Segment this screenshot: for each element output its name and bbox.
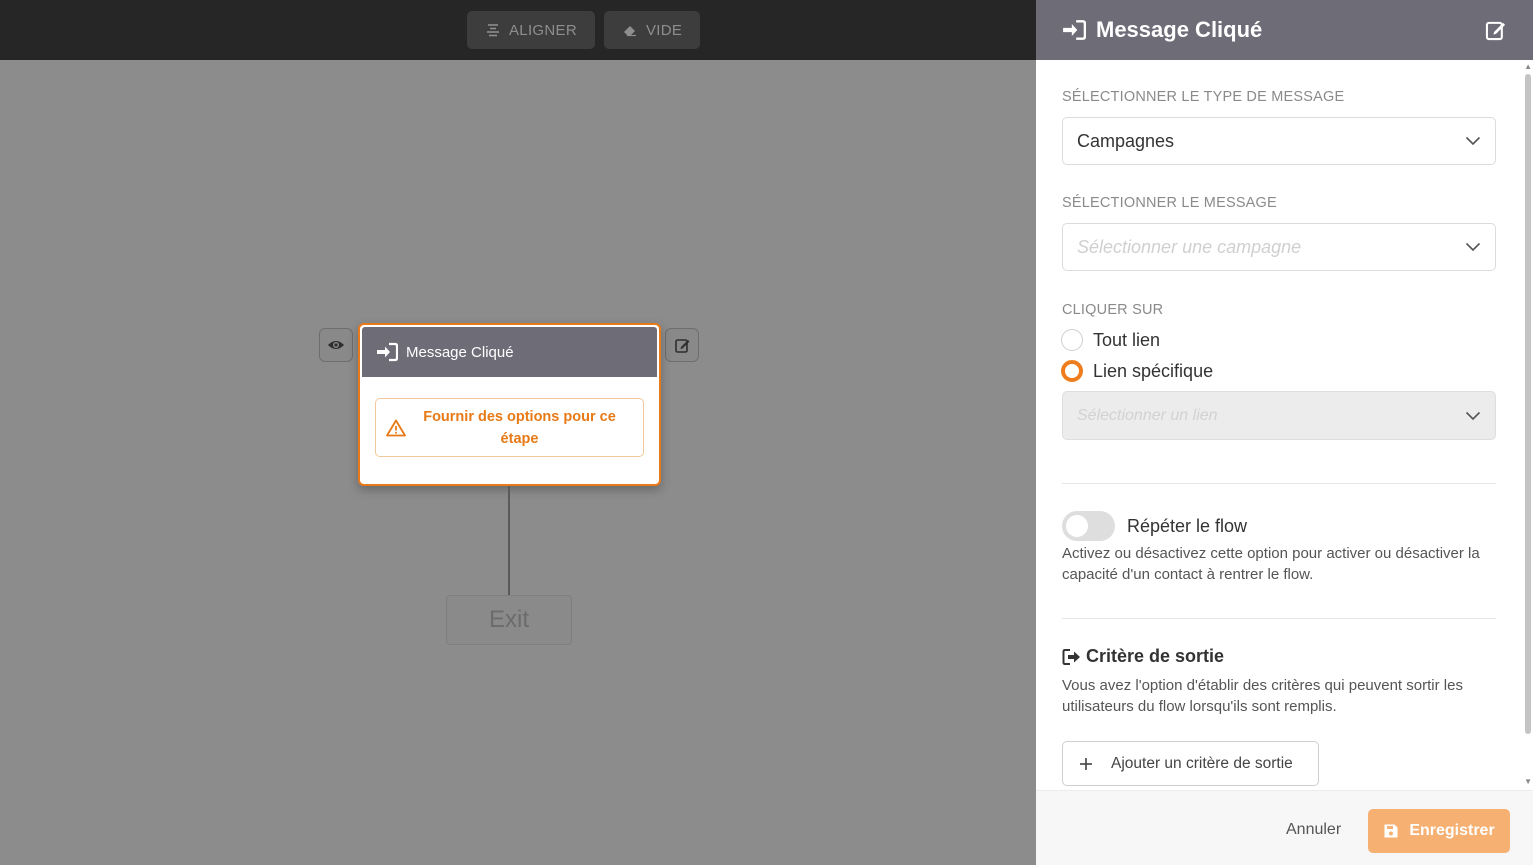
- sign-out-icon: [1062, 648, 1080, 665]
- node-header: Message Cliqué: [362, 327, 657, 377]
- radio-button[interactable]: [1061, 329, 1083, 351]
- panel-footer: Annuler Enregistrer: [1036, 790, 1533, 865]
- message-label: SÉLECTIONNER LE MESSAGE: [1062, 195, 1277, 211]
- radio-label: Lien spécifique: [1093, 360, 1214, 381]
- plus-icon: [1080, 757, 1092, 770]
- edit-icon: [674, 338, 689, 353]
- panel-header: Message Cliqué: [1036, 0, 1533, 60]
- add-exit-criteria-button[interactable]: Ajouter un critère de sortie: [1062, 741, 1319, 786]
- sign-in-icon: [377, 342, 398, 362]
- repeat-flow-toggle[interactable]: [1062, 511, 1115, 541]
- clear-button[interactable]: VIDE: [604, 11, 701, 49]
- edit-icon[interactable]: [1485, 19, 1507, 41]
- radio-any-link[interactable]: Tout lien: [1061, 329, 1160, 351]
- flow-node-message-clicked[interactable]: Message Cliqué Fournir des options pour …: [358, 323, 661, 486]
- chevron-down-icon: [1465, 242, 1481, 252]
- save-button[interactable]: Enregistrer: [1368, 809, 1510, 853]
- node-title: Message Cliqué: [406, 343, 514, 361]
- add-exit-criteria-label: Ajouter un critère de sortie: [1111, 754, 1293, 772]
- top-toolbar: ALIGNER VIDE: [0, 0, 1036, 60]
- eraser-icon: [624, 26, 636, 37]
- divider: [1062, 618, 1496, 619]
- exit-criteria-help: Vous avez l'option d'établir des critère…: [1062, 677, 1463, 715]
- eye-icon: [328, 341, 344, 349]
- scroll-up-icon[interactable]: ▲: [1524, 62, 1532, 71]
- preview-button[interactable]: [319, 328, 353, 362]
- align-icon: [487, 24, 499, 37]
- flow-canvas[interactable]: Message Cliqué Fournir des options pour …: [0, 60, 1036, 865]
- sign-in-icon: [1063, 20, 1086, 40]
- clear-label: VIDE: [646, 21, 683, 39]
- node-warning: Fournir des options pour ce étape: [375, 398, 644, 457]
- repeat-flow-label: Répéter le flow: [1127, 516, 1248, 536]
- click-on-label: CLIQUER SUR: [1062, 302, 1164, 318]
- message-type-value: Campagnes: [1077, 130, 1175, 151]
- panel-scrollbar[interactable]: ▲ ▼: [1523, 60, 1533, 790]
- chevron-down-icon: [1465, 411, 1481, 420]
- message-select[interactable]: Sélectionner une campagne: [1062, 223, 1496, 271]
- save-label: Enregistrer: [1409, 822, 1495, 839]
- node-connector: [508, 486, 510, 596]
- scroll-thumb[interactable]: [1525, 74, 1531, 734]
- panel-title: Message Cliqué: [1096, 17, 1263, 42]
- chevron-down-icon: [1465, 136, 1481, 146]
- align-label: ALIGNER: [509, 21, 577, 39]
- radio-label: Tout lien: [1093, 329, 1161, 350]
- scroll-down-icon[interactable]: ▼: [1524, 777, 1532, 786]
- align-button[interactable]: ALIGNER: [467, 11, 595, 49]
- message-type-label: SÉLECTIONNER LE TYPE DE MESSAGE: [1062, 89, 1345, 105]
- node-warning-text: Fournir des options pour ce étape: [423, 408, 616, 447]
- warning-icon: [386, 419, 406, 436]
- message-placeholder: Sélectionner une campagne: [1077, 236, 1302, 257]
- step-settings-panel: Message Cliqué SÉLECTIONNER LE TYPE DE M…: [1036, 0, 1533, 865]
- exit-criteria-title: Critère de sortie: [1086, 646, 1225, 666]
- save-icon: [1384, 824, 1398, 838]
- link-placeholder: Sélectionner un lien: [1077, 406, 1218, 424]
- repeat-flow-help: Activez ou désactivez cette option pour …: [1062, 545, 1480, 583]
- exit-node[interactable]: Exit: [446, 595, 572, 645]
- panel-body: SÉLECTIONNER LE TYPE DE MESSAGE Campagne…: [1036, 60, 1533, 790]
- message-type-select[interactable]: Campagnes: [1062, 117, 1496, 165]
- divider: [1062, 483, 1496, 484]
- cancel-button[interactable]: Annuler: [1286, 821, 1341, 839]
- edit-node-button[interactable]: [665, 328, 699, 362]
- radio-specific-link[interactable]: Lien spécifique: [1061, 360, 1213, 382]
- link-select[interactable]: Sélectionner un lien: [1062, 391, 1496, 440]
- exit-criteria-heading: Critère de sortie: [1062, 646, 1224, 667]
- radio-button-selected[interactable]: [1061, 360, 1083, 382]
